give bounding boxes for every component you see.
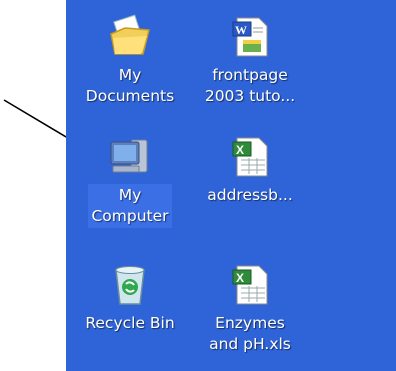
desktop-icon-recycle-bin[interactable]: Recycle Bin (72, 262, 188, 335)
svg-text:W: W (235, 23, 247, 37)
svg-text:X: X (236, 143, 244, 157)
icon-label: My Documents (85, 66, 175, 105)
word-document-icon: W (227, 14, 273, 60)
excel-spreadsheet-icon: X (227, 134, 273, 180)
icon-label: My Computer (88, 184, 172, 228)
svg-text:X: X (236, 271, 244, 285)
desktop-icon-my-documents[interactable]: My Documents (72, 14, 188, 108)
icon-label: Recycle Bin (85, 314, 175, 332)
desktop-icon-enzymes-and-ph-xls[interactable]: X Enzymes and pH.xls (192, 262, 308, 356)
icon-label: addressb... (207, 186, 293, 204)
icon-label: frontpage 2003 tuto... (204, 66, 296, 105)
desktop-icon-addressbook[interactable]: X addressb... (192, 134, 308, 207)
desktop-icon-frontpage-2003-tutorial[interactable]: W frontpage 2003 tuto... (192, 14, 308, 108)
desktop: My Documents W frontpage 2003 tuto... My… (66, 0, 396, 371)
computer-icon (107, 134, 153, 180)
recycle-bin-icon (107, 262, 153, 308)
desktop-icon-my-computer[interactable]: My Computer (72, 134, 188, 228)
icon-label: Enzymes and pH.xls (209, 314, 291, 353)
folder-documents-icon (107, 14, 153, 60)
excel-spreadsheet-icon: X (227, 262, 273, 308)
